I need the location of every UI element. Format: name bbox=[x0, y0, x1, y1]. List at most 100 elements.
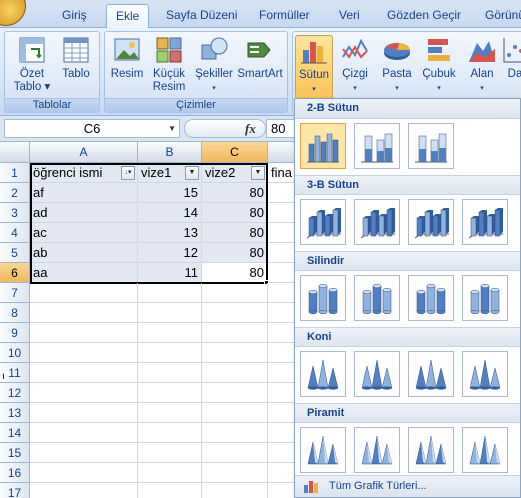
cell-b3[interactable]: 14 bbox=[138, 203, 202, 223]
empty-cell[interactable] bbox=[30, 383, 138, 403]
row-header-3[interactable]: 3 bbox=[0, 203, 30, 223]
tab-veri[interactable]: Veri bbox=[339, 8, 360, 22]
row-header-4[interactable]: 4 bbox=[0, 223, 30, 243]
filter-dropdown-icon[interactable]: ▼ bbox=[185, 166, 199, 180]
empty-cell[interactable] bbox=[30, 343, 138, 363]
cell-c2[interactable]: 80 bbox=[202, 183, 268, 203]
cell-c6[interactable]: 80 bbox=[202, 263, 268, 283]
row-header-16[interactable]: 16 bbox=[0, 463, 30, 483]
3d-column-chart-icon[interactable] bbox=[300, 199, 346, 245]
empty-cell[interactable] bbox=[30, 423, 138, 443]
column-header-c[interactable]: C bbox=[202, 142, 268, 163]
empty-cell[interactable] bbox=[138, 283, 202, 303]
bar-chart-button[interactable]: Çubuk ▾ bbox=[419, 35, 459, 95]
cell-a2[interactable]: af bbox=[30, 183, 138, 203]
filter-sort-icon[interactable]: ↓▾ bbox=[121, 166, 135, 180]
3d-column-chart-icon[interactable] bbox=[408, 199, 454, 245]
empty-cell[interactable] bbox=[138, 363, 202, 383]
cell-a6[interactable]: aa bbox=[30, 263, 138, 283]
empty-cell[interactable] bbox=[202, 383, 268, 403]
cell-b2[interactable]: 15 bbox=[138, 183, 202, 203]
empty-cell[interactable] bbox=[138, 323, 202, 343]
empty-cell[interactable] bbox=[202, 423, 268, 443]
line-chart-button[interactable]: Çizgi ▾ bbox=[337, 35, 373, 95]
cell-a3[interactable]: ad bbox=[30, 203, 138, 223]
table-button[interactable]: Tablo bbox=[55, 35, 97, 81]
tab-giris[interactable]: Giriş bbox=[62, 8, 87, 22]
tab-sayfa-duzeni[interactable]: Sayfa Düzeni bbox=[166, 8, 237, 22]
empty-cell[interactable] bbox=[30, 323, 138, 343]
row-header-7[interactable]: 7 bbox=[0, 283, 30, 303]
picture-button[interactable]: Resim bbox=[109, 35, 145, 81]
empty-cell[interactable] bbox=[138, 383, 202, 403]
row-header-2[interactable]: 2 bbox=[0, 183, 30, 203]
cylinder-chart-icon[interactable] bbox=[408, 275, 454, 321]
row-header-6[interactable]: 6 bbox=[0, 263, 30, 283]
row-header-13[interactable]: 13 bbox=[0, 403, 30, 423]
name-box-dropdown-icon[interactable]: ▼ bbox=[168, 120, 176, 137]
empty-cell[interactable] bbox=[138, 343, 202, 363]
empty-cell[interactable] bbox=[202, 463, 268, 483]
empty-cell[interactable] bbox=[30, 443, 138, 463]
empty-cell[interactable] bbox=[30, 283, 138, 303]
cell-a1[interactable]: öğrenci ismi ↓▾ bbox=[30, 163, 138, 183]
clipart-button[interactable]: Küçük Resim bbox=[149, 35, 189, 94]
cell-a4[interactable]: ac bbox=[30, 223, 138, 243]
empty-cell[interactable] bbox=[202, 403, 268, 423]
office-button[interactable] bbox=[0, 0, 26, 26]
row-header-10[interactable]: 10 bbox=[0, 343, 30, 363]
tab-gorunum[interactable]: Görünü bbox=[485, 8, 521, 22]
scatter-chart-button[interactable]: Da bbox=[501, 35, 521, 81]
empty-cell[interactable] bbox=[30, 403, 138, 423]
cell-b5[interactable]: 12 bbox=[138, 243, 202, 263]
row-header-14[interactable]: 14 bbox=[0, 423, 30, 443]
column-header-b[interactable]: B bbox=[138, 142, 202, 163]
name-box[interactable]: C6 ▼ bbox=[4, 119, 180, 138]
empty-cell[interactable] bbox=[202, 443, 268, 463]
empty-cell[interactable] bbox=[138, 443, 202, 463]
2d-column-chart-icon[interactable] bbox=[300, 123, 346, 169]
pyramid-chart-icon[interactable] bbox=[462, 427, 508, 473]
worksheet[interactable]: A B C 1 2 3 4 5 6 7 8 9 10 11 12 13 14 15 16 17 öğrenci … bbox=[0, 142, 300, 498]
row-header-1[interactable]: 1 bbox=[0, 163, 30, 183]
row-header-9[interactable]: 9 bbox=[0, 323, 30, 343]
2d-column-chart-icon[interactable] bbox=[354, 123, 400, 169]
tab-formuller[interactable]: Formüller bbox=[259, 8, 310, 22]
empty-cell[interactable] bbox=[30, 363, 138, 383]
cylinder-chart-icon[interactable] bbox=[462, 275, 508, 321]
row-header-5[interactable]: 5 bbox=[0, 243, 30, 263]
3d-column-chart-icon[interactable] bbox=[462, 199, 508, 245]
row-header-8[interactable]: 8 bbox=[0, 303, 30, 323]
pyramid-chart-icon[interactable] bbox=[300, 427, 346, 473]
3d-column-chart-icon[interactable] bbox=[354, 199, 400, 245]
column-chart-button[interactable]: Sütun ▾ bbox=[295, 35, 333, 99]
cone-chart-icon[interactable] bbox=[354, 351, 400, 397]
cylinder-chart-icon[interactable] bbox=[354, 275, 400, 321]
pyramid-chart-icon[interactable] bbox=[354, 427, 400, 473]
tab-ekle[interactable]: Ekle bbox=[106, 4, 150, 29]
cone-chart-icon[interactable] bbox=[462, 351, 508, 397]
tab-gozden-gecir[interactable]: Gözden Geçir bbox=[387, 8, 461, 22]
empty-cell[interactable] bbox=[202, 283, 268, 303]
empty-cell[interactable] bbox=[30, 463, 138, 483]
all-chart-types-button[interactable]: Tüm Grafik Türleri... bbox=[295, 475, 520, 497]
empty-cell[interactable] bbox=[138, 303, 202, 323]
empty-cell[interactable] bbox=[138, 463, 202, 483]
empty-cell[interactable] bbox=[202, 323, 268, 343]
cell-c4[interactable]: 80 bbox=[202, 223, 268, 243]
empty-cell[interactable] bbox=[30, 303, 138, 323]
cell-b1[interactable]: vize1 ▼ bbox=[138, 163, 202, 183]
empty-cell[interactable] bbox=[202, 483, 268, 498]
2d-column-chart-icon[interactable] bbox=[408, 123, 454, 169]
cell-c5[interactable]: 80 bbox=[202, 243, 268, 263]
pivot-table-button[interactable]: Özet Tablo ▾ bbox=[9, 35, 55, 94]
empty-cell[interactable] bbox=[138, 423, 202, 443]
cone-chart-icon[interactable] bbox=[408, 351, 454, 397]
insert-function-icon[interactable]: fx bbox=[245, 121, 256, 137]
select-all-corner[interactable] bbox=[0, 142, 30, 163]
row-header-12[interactable]: 12 bbox=[0, 383, 30, 403]
smartart-button[interactable]: SmartArt bbox=[235, 35, 285, 81]
empty-cell[interactable] bbox=[202, 363, 268, 383]
empty-cell[interactable] bbox=[138, 483, 202, 498]
cell-c3[interactable]: 80 bbox=[202, 203, 268, 223]
